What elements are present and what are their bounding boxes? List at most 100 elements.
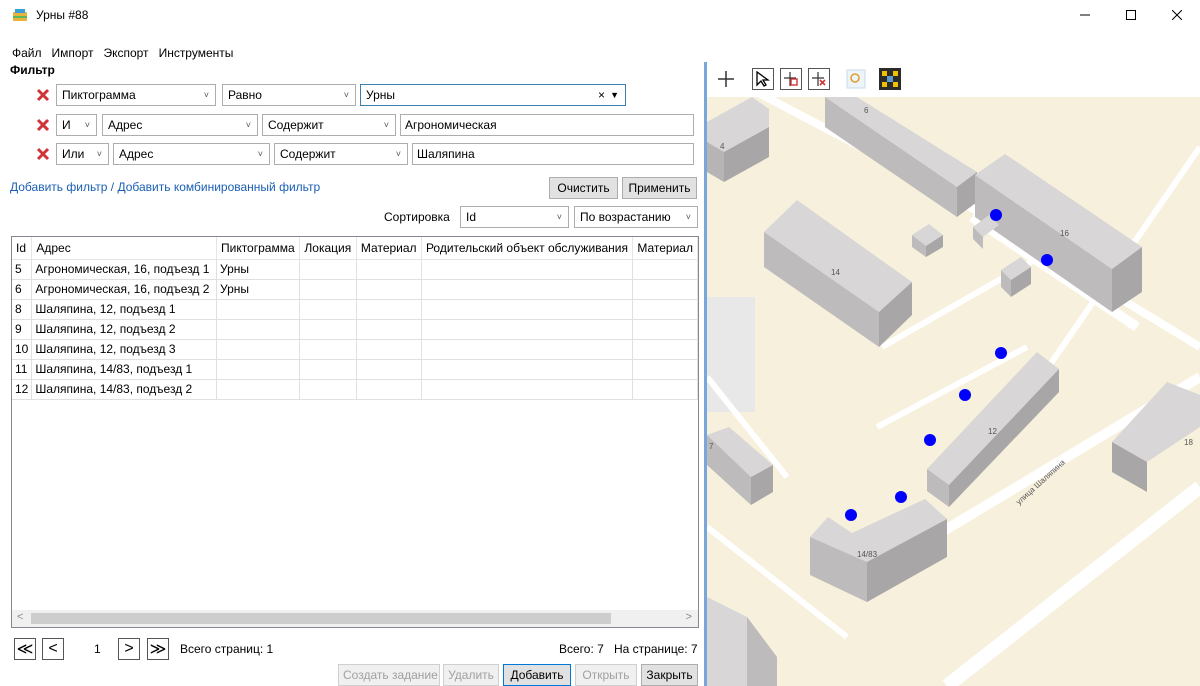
- table-cell: [421, 379, 634, 400]
- table-row[interactable]: 11 Шаляпина, 14/83, подъезд 1: [12, 359, 698, 380]
- table-cell: [632, 259, 698, 280]
- chevron-down-icon: ˅: [383, 120, 389, 130]
- column-header-icon[interactable]: Пиктограмма: [216, 237, 301, 260]
- filter-2-value[interactable]: Агрономическая: [400, 114, 694, 136]
- clear-filter-button[interactable]: Очистить: [549, 177, 618, 199]
- last-page-button[interactable]: ≫: [147, 638, 169, 660]
- filter-3-field[interactable]: Адрес ˅: [113, 143, 270, 165]
- filter-3-connector[interactable]: Или ˅: [56, 143, 109, 165]
- table-cell: [299, 299, 357, 320]
- marker-point[interactable]: [924, 434, 936, 446]
- table-row[interactable]: 10 Шаляпина, 12, подъезд 3: [12, 339, 698, 360]
- marker-point[interactable]: [995, 347, 1007, 359]
- sort-field-select[interactable]: Id ˅: [460, 206, 569, 228]
- column-header-id[interactable]: Id: [12, 237, 33, 260]
- scroll-left-icon[interactable]: <: [17, 611, 23, 623]
- remove-filter-2-button[interactable]: [34, 116, 52, 134]
- menu-import[interactable]: Импорт: [47, 44, 99, 62]
- clear-value-icon[interactable]: ×: [598, 85, 605, 105]
- add-filter-link[interactable]: Добавить фильтр: [10, 180, 107, 194]
- fit-extent-tool-button[interactable]: [879, 68, 901, 90]
- menu-export[interactable]: Экспорт: [98, 44, 153, 62]
- minimize-button[interactable]: [1062, 0, 1108, 30]
- table-cell: [356, 359, 422, 380]
- marker-point[interactable]: [895, 491, 907, 503]
- table-cell: 10: [12, 339, 33, 360]
- table-row[interactable]: 8 Шаляпина, 12, подъезд 1: [12, 299, 698, 320]
- title-bar: Урны #88: [0, 0, 1200, 30]
- horizontal-scrollbar[interactable]: < >: [12, 610, 698, 627]
- table-cell: Шаляпина, 12, подъезд 2: [31, 319, 217, 340]
- table-cell: Шаляпина, 12, подъезд 3: [31, 339, 217, 360]
- map-canvas[interactable]: 6 4 16 14 12 14/83 7 18 улица Шаляпина: [707, 97, 1200, 686]
- add-point-tool-button[interactable]: [780, 68, 802, 90]
- table-cell: [216, 379, 301, 400]
- minimize-icon: [1080, 14, 1090, 16]
- building-label-12: 12: [988, 427, 997, 436]
- table-cell: [632, 319, 698, 340]
- results-grid[interactable]: Id Адрес Пиктограмма Локация Материал Ро…: [11, 236, 699, 628]
- prev-page-button[interactable]: <: [42, 638, 64, 660]
- marker-point[interactable]: [990, 209, 1002, 221]
- first-page-button[interactable]: ≪: [14, 638, 36, 660]
- table-cell: [421, 359, 634, 380]
- filter-2-connector[interactable]: И ˅: [56, 114, 97, 136]
- filter-1-operator[interactable]: Равно ˅: [222, 84, 356, 106]
- menu-bar: Файл Импорт Экспорт Инструменты: [0, 44, 238, 62]
- table-row[interactable]: 9 Шаляпина, 12, подъезд 2: [12, 319, 698, 340]
- red-x-icon: [36, 147, 50, 161]
- filter-2-operator[interactable]: Содержит ˅: [262, 114, 396, 136]
- building-label-7: 7: [709, 442, 714, 451]
- table-cell: [632, 299, 698, 320]
- filter-2-field[interactable]: Адрес ˅: [102, 114, 258, 136]
- close-dialog-button[interactable]: Закрыть: [641, 664, 698, 686]
- chevron-down-icon: ˅: [84, 120, 90, 130]
- close-button[interactable]: [1154, 0, 1200, 30]
- filter-3-value[interactable]: Шаляпина: [412, 143, 694, 165]
- remove-filter-1-button[interactable]: [34, 86, 52, 104]
- menu-file[interactable]: Файл: [0, 44, 47, 62]
- scroll-right-icon[interactable]: >: [686, 611, 692, 623]
- marker-point[interactable]: [959, 389, 971, 401]
- create-task-button[interactable]: Создать задание: [338, 664, 440, 686]
- table-cell: 8: [12, 299, 33, 320]
- scrollbar-thumb[interactable]: [31, 613, 611, 624]
- add-tool-button[interactable]: [715, 68, 737, 90]
- delete-button[interactable]: Удалить: [443, 664, 499, 686]
- chevron-down-icon: ˅: [556, 212, 562, 222]
- table-cell: [632, 359, 698, 380]
- map-view[interactable]: 6 4 16 14 12 14/83 7 18 улица Шаляпина: [707, 97, 1200, 686]
- column-header-material[interactable]: Материал: [356, 237, 422, 260]
- column-header-address[interactable]: Адрес: [31, 237, 217, 260]
- marker-point[interactable]: [1041, 254, 1053, 266]
- column-header-location[interactable]: Локация: [299, 237, 357, 260]
- remove-filter-3-button[interactable]: [34, 145, 52, 163]
- table-row[interactable]: 6 Агрономическая, 16, подъезд 2 Урны: [12, 279, 698, 300]
- open-button[interactable]: Открыть: [575, 664, 637, 686]
- add-combined-filter-link[interactable]: Добавить комбинированный фильтр: [117, 180, 320, 194]
- menu-tools[interactable]: Инструменты: [154, 44, 239, 62]
- column-header-parent-object[interactable]: Родительский объект обслуживания: [421, 237, 634, 260]
- maximize-button[interactable]: [1108, 0, 1154, 30]
- filter-1-field[interactable]: Пиктограмма ˅: [56, 84, 216, 106]
- table-row[interactable]: 5 Агрономическая, 16, подъезд 1 Урны: [12, 259, 698, 280]
- delete-point-tool-button[interactable]: [808, 68, 830, 90]
- red-x-icon: [36, 88, 50, 102]
- apply-filter-button[interactable]: Применить: [622, 177, 697, 199]
- table-cell: [421, 299, 634, 320]
- chevron-down-icon: ˅: [343, 90, 349, 100]
- filter-3-operator[interactable]: Содержит ˅: [274, 143, 408, 165]
- sort-order-select[interactable]: По возрастанию ˅: [574, 206, 698, 228]
- table-cell: [299, 319, 357, 340]
- add-point-icon: [784, 72, 798, 86]
- table-row[interactable]: 12 Шаляпина, 14/83, подъезд 2: [12, 379, 698, 400]
- table-cell: [216, 339, 301, 360]
- next-page-button[interactable]: >: [118, 638, 140, 660]
- table-cell: Урны: [216, 259, 301, 280]
- add-button[interactable]: Добавить: [503, 664, 571, 686]
- marker-point[interactable]: [845, 509, 857, 521]
- column-header-material-2[interactable]: Материал: [632, 237, 698, 260]
- select-tool-button[interactable]: [752, 68, 774, 90]
- filter-1-value[interactable]: Урны × ▼: [360, 84, 626, 106]
- zoom-tool-button[interactable]: [845, 68, 867, 90]
